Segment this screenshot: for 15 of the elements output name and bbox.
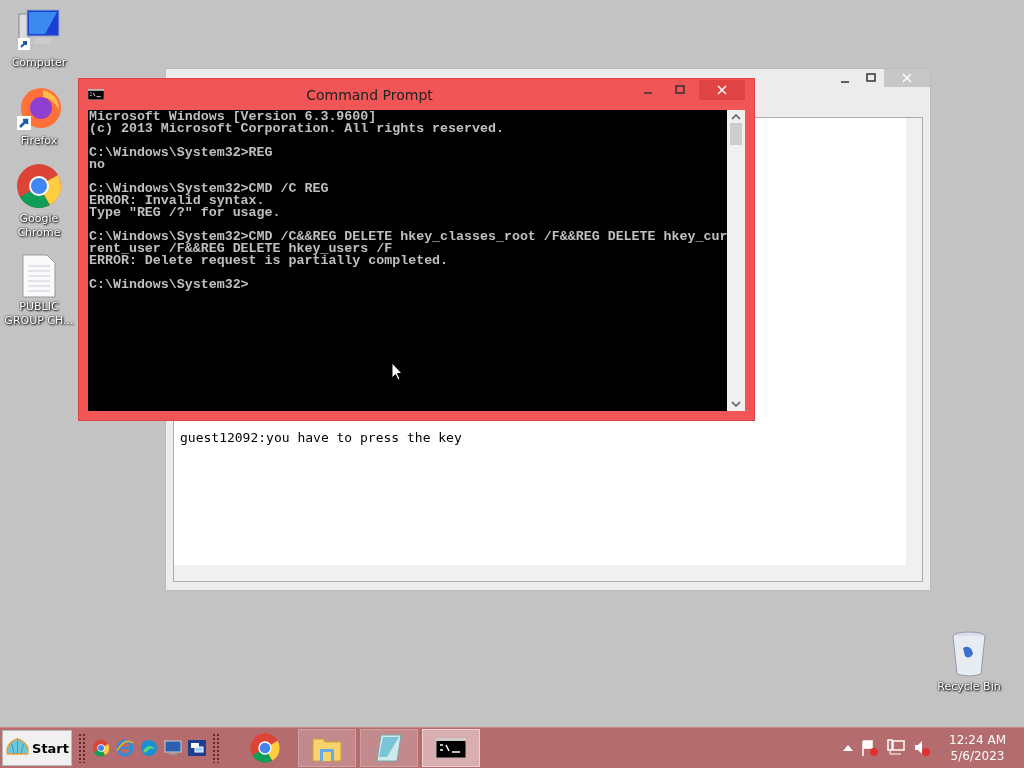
console-line: no — [89, 159, 105, 171]
console-line: C:\Windows\System32>REG — [89, 147, 274, 159]
console-line: ERROR: Delete request is partially completed. — [89, 255, 450, 267]
clock-date: 5/6/2023 — [950, 748, 1005, 764]
console-line: C:\Windows\System32>CMD /C&&REG DELETE hkey_classes_root /F&&REG DELETE hkey_cur — [89, 231, 728, 243]
console-line: rent_user /F&&REG DELETE hkey_users /F — [89, 243, 393, 255]
clock-time: 12:24 AM — [949, 732, 1006, 748]
console-line: Type "REG /?" for usage. — [89, 207, 282, 219]
editor-text: guest12092:you have to press the key — [180, 430, 462, 445]
window-title: Command Prompt — [305, 86, 434, 103]
console-line: Microsoft Windows [Version 6.3.9600] — [89, 111, 377, 123]
console-line: (c) 2013 Microsoft Corporation. All rights reserved. — [89, 123, 505, 135]
console-line: C:\Windows\System32>CMD /C REG — [89, 183, 330, 195]
console-line: ERROR: Invalid syntax. — [89, 195, 265, 207]
console-line: C:\Windows\System32> — [89, 279, 250, 291]
